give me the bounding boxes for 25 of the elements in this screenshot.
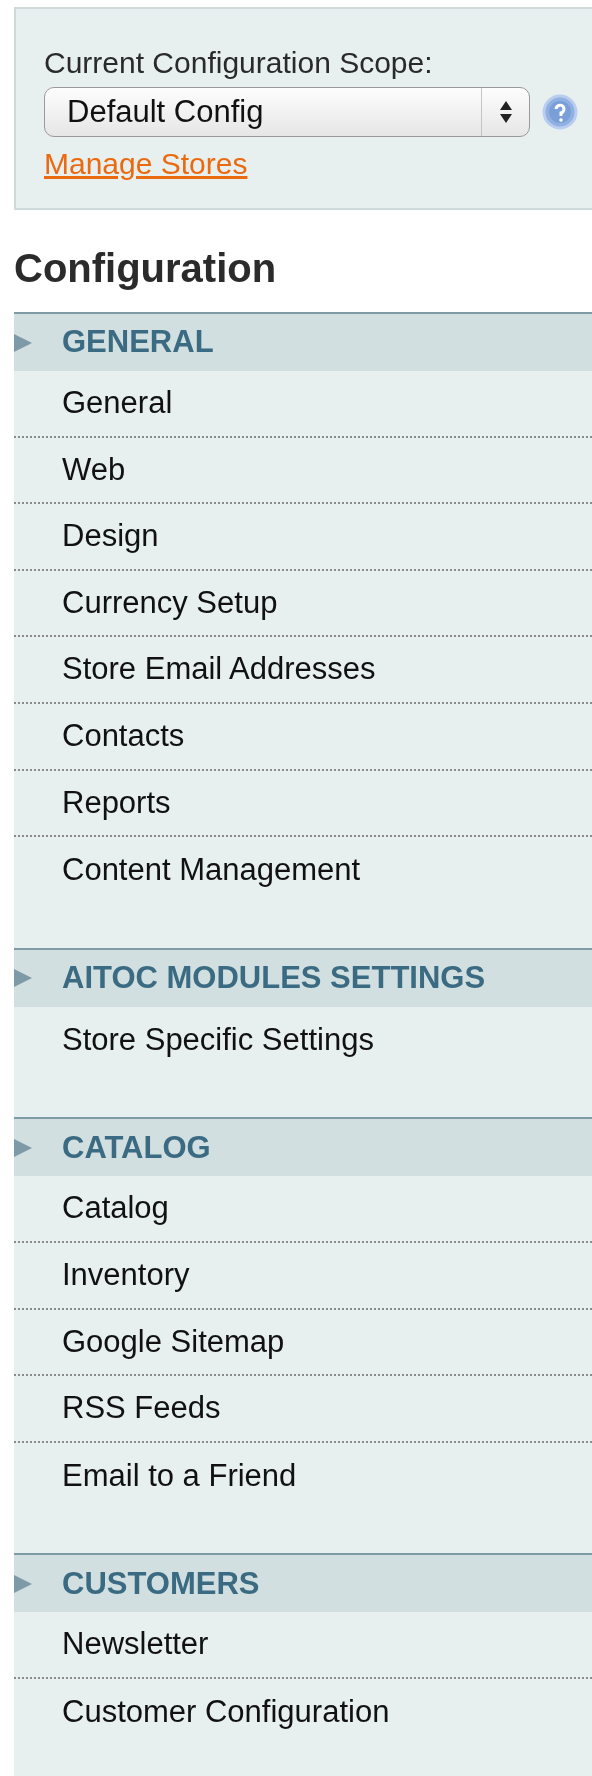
section-title: CATALOG [62,1128,211,1167]
menu-item[interactable]: Design [14,504,592,571]
menu-item[interactable]: Store Email Addresses [14,637,592,704]
menu-item[interactable]: Catalog [14,1176,592,1243]
scope-label: Current Configuration Scope: [44,45,434,81]
page-heading: Configuration [14,246,278,292]
section-title: GENERAL [62,323,214,362]
menu-item[interactable]: Content Management [14,837,592,904]
menu-item[interactable]: Email to a Friend [14,1442,592,1510]
menu-item[interactable]: Newsletter [14,1612,592,1679]
menu-item[interactable]: RSS Feeds [14,1376,592,1443]
menu-item[interactable]: Google Sitemap [14,1309,592,1377]
menu-item[interactable]: Store Specific Settings [14,1006,592,1074]
menu-item[interactable]: Contacts [14,703,592,771]
menu-item[interactable]: Web [14,437,592,505]
help-icon[interactable] [542,94,578,130]
menu-item[interactable]: Reports [14,770,592,838]
section-title: CUSTOMERS [62,1564,260,1603]
menu-item[interactable]: Customer Configuration [14,1678,592,1746]
menu-item[interactable]: Inventory [14,1242,592,1310]
section-title: AITOC MODULES SETTINGS [62,959,486,997]
menu-item[interactable]: General [14,371,592,438]
menu-item[interactable]: Currency Setup [14,570,592,638]
updown-arrows-icon [498,100,513,124]
scope-select[interactable]: Default Config [44,87,530,137]
